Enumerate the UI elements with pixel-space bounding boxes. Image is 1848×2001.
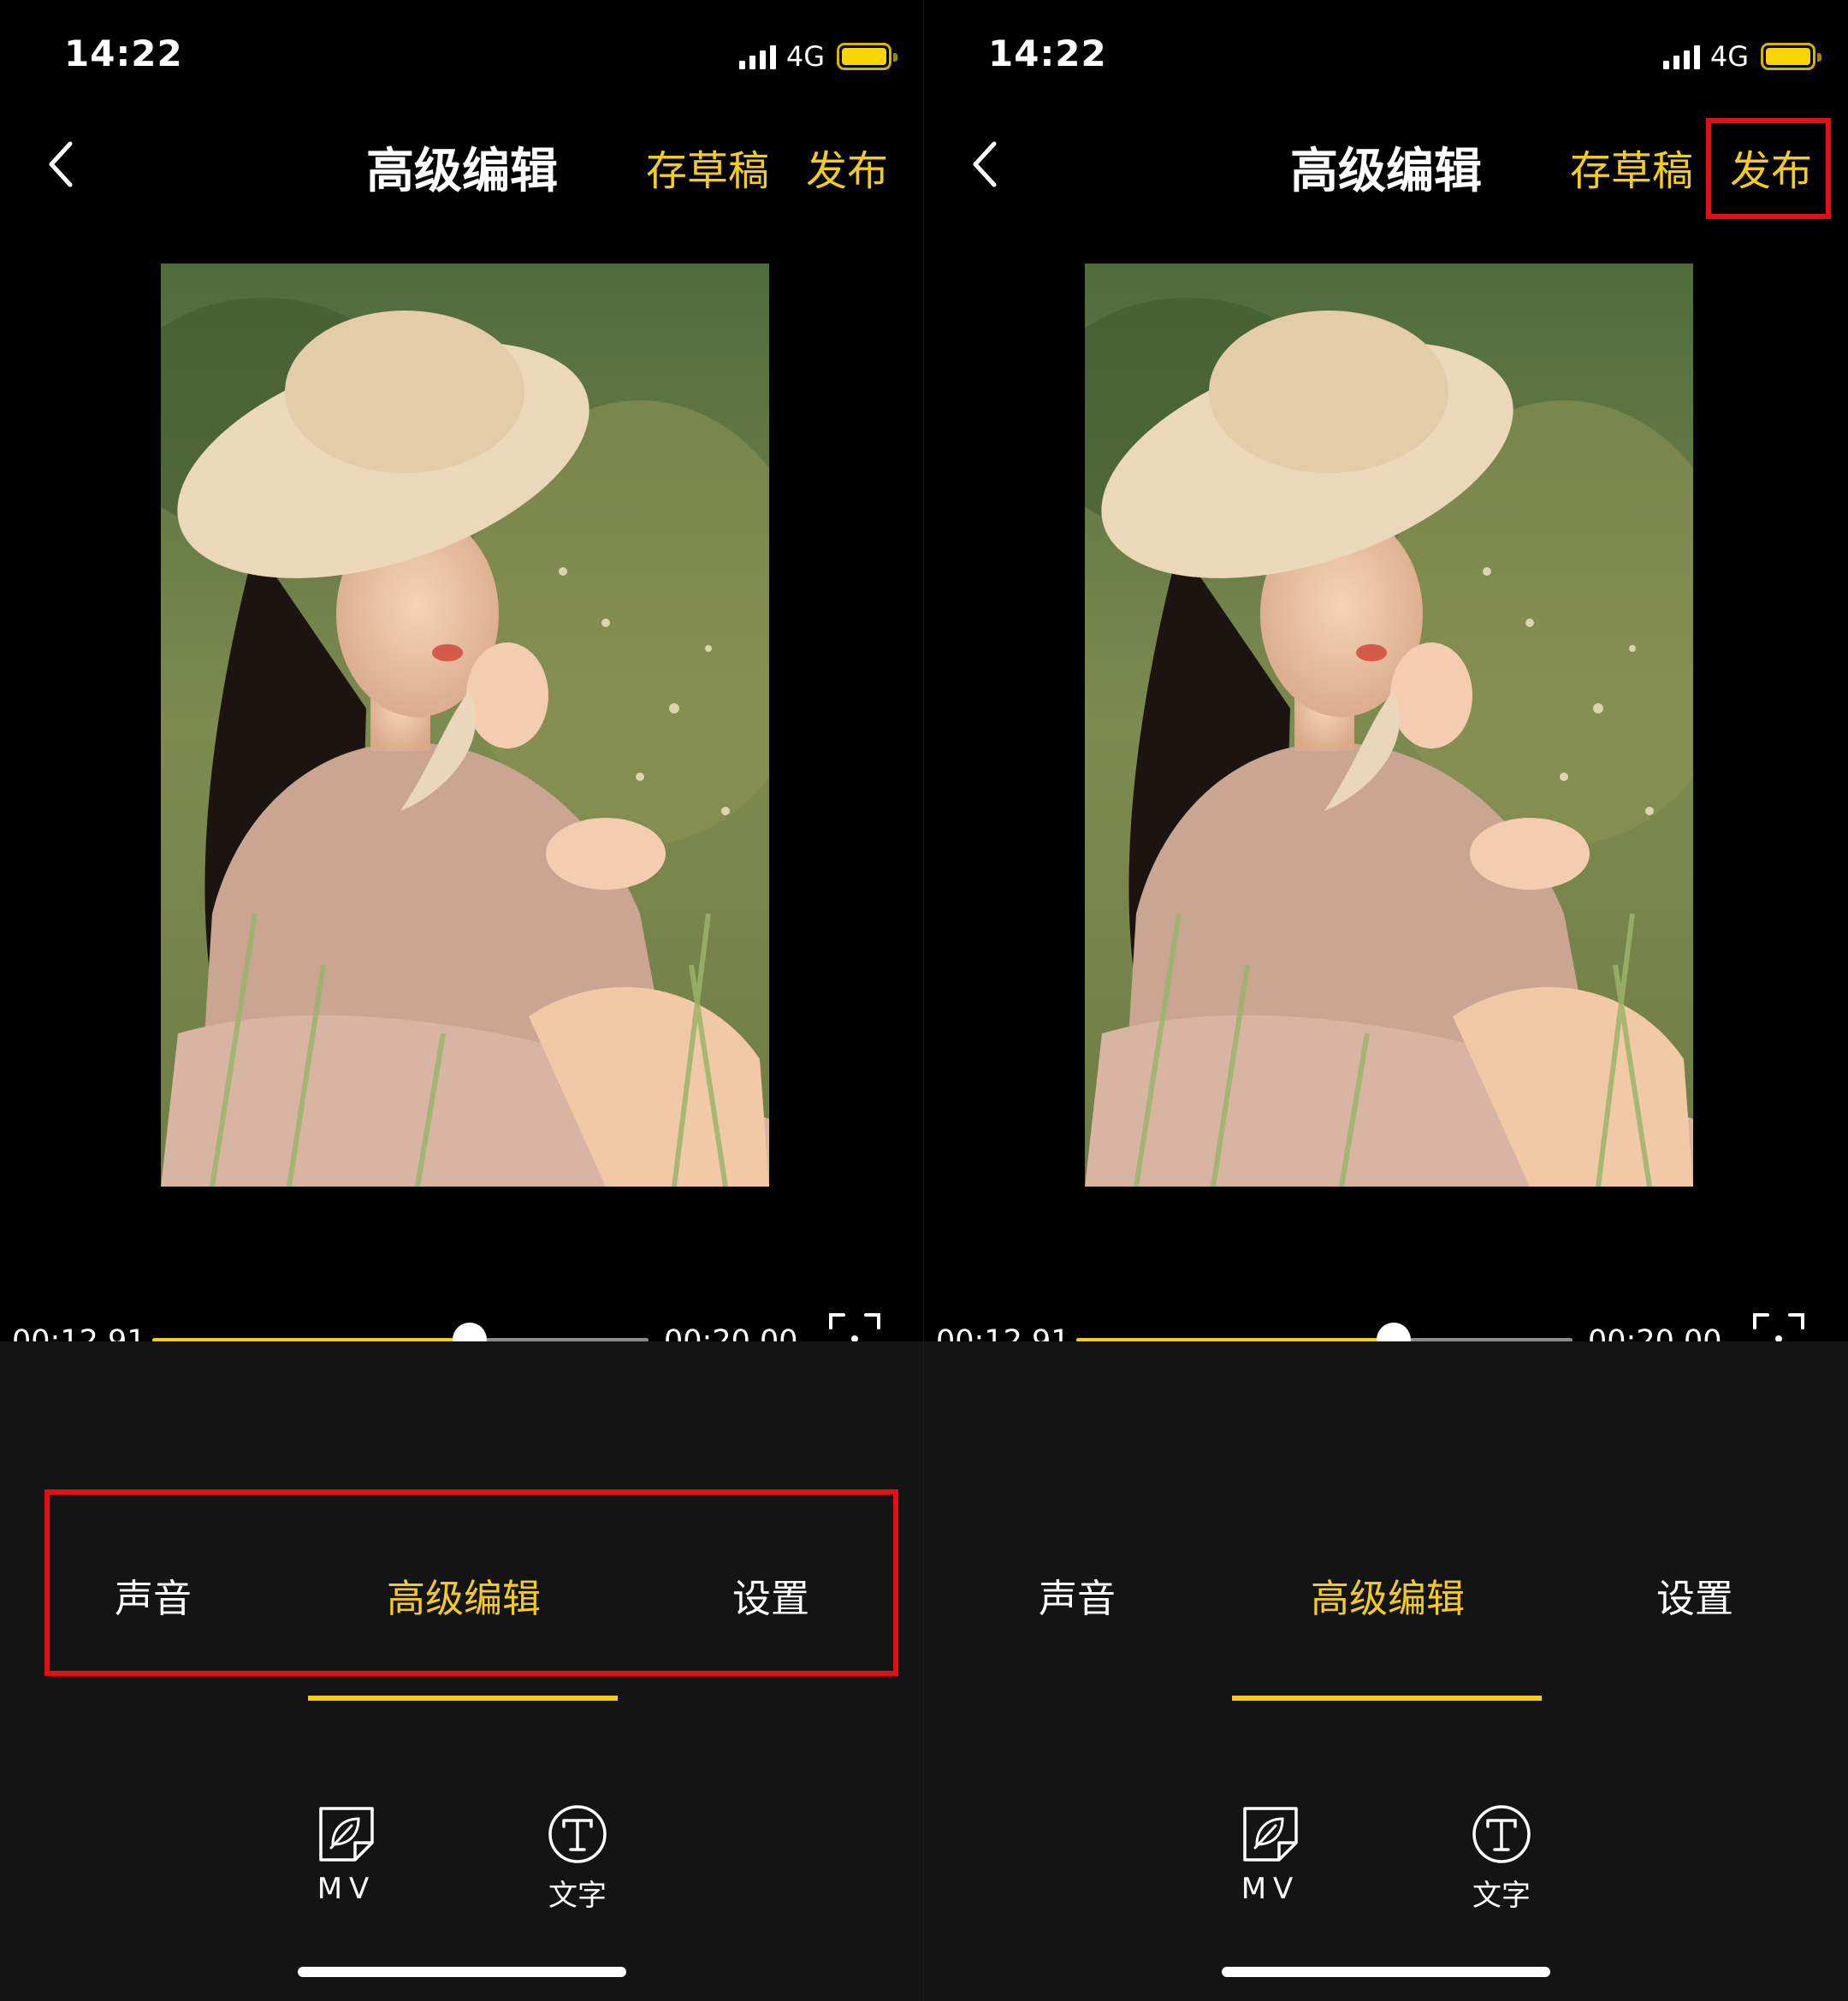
home-indicator[interactable] — [298, 1967, 626, 1977]
phone-screen-left: 14:22 4G 高级编辑 存草稿 发布 声音 高级编辑 设置 MV 文字 — [0, 0, 924, 2001]
network-type: 4G — [1709, 40, 1749, 73]
mv-tool-button[interactable]: MV — [299, 1803, 394, 1906]
back-chevron-icon[interactable] — [968, 139, 1003, 190]
tab-advanced-edit[interactable]: 高级编辑 — [1311, 1567, 1465, 1623]
phone-screen-right: 14:22 4G 高级编辑 存草稿 发布 声音 高级编辑 设置 MV 文字 — [924, 0, 1848, 2001]
screenshot-stage: 14:22 4G 高级编辑 存草稿 发布 声音 高级编辑 设置 MV 文字 14… — [0, 0, 1848, 2001]
signal-icon — [1662, 44, 1700, 69]
video-preview — [1085, 263, 1693, 1187]
home-indicator[interactable] — [1222, 1967, 1550, 1977]
tab-sound[interactable]: 声音 — [115, 1567, 192, 1623]
battery-icon — [1761, 43, 1821, 70]
mv-tool-label: MV — [317, 1872, 376, 1906]
publish-button[interactable]: 发布 — [806, 137, 888, 197]
battery-icon — [837, 43, 897, 70]
preview-photo-illustration — [1085, 263, 1693, 1187]
mv-tool-label: MV — [1241, 1872, 1300, 1906]
bottom-panel — [924, 1341, 1848, 2001]
preview-photo-illustration — [161, 263, 769, 1187]
tab-settings[interactable]: 设置 — [732, 1567, 809, 1623]
tab-sound[interactable]: 声音 — [1039, 1567, 1116, 1623]
status-time: 14:22 — [64, 33, 183, 74]
status-indicators: 4G — [1662, 39, 1821, 74]
publish-button[interactable]: 发布 — [1730, 137, 1812, 197]
page-title: 高级编辑 — [366, 144, 558, 199]
text-tool-button[interactable]: 文字 — [530, 1803, 625, 1914]
status-indicators: 4G — [738, 39, 897, 74]
back-chevron-icon[interactable] — [44, 139, 79, 190]
text-tool-button[interactable]: 文字 — [1454, 1803, 1549, 1914]
save-draft-button[interactable]: 存草稿 — [646, 137, 769, 197]
active-tab-indicator — [1232, 1696, 1542, 1701]
network-type: 4G — [785, 40, 825, 73]
bottom-panel — [0, 1341, 924, 2001]
tab-settings[interactable]: 设置 — [1656, 1567, 1733, 1623]
text-t-icon — [548, 1805, 607, 1863]
page-title: 高级编辑 — [1290, 144, 1482, 199]
save-draft-button[interactable]: 存草稿 — [1570, 137, 1693, 197]
text-tool-label: 文字 — [548, 1879, 607, 1913]
mv-tool-button[interactable]: MV — [1223, 1803, 1318, 1906]
mv-leaf-icon — [319, 1807, 374, 1862]
mv-leaf-icon — [1243, 1807, 1298, 1862]
text-t-icon — [1472, 1805, 1531, 1863]
active-tab-indicator — [308, 1696, 618, 1701]
video-preview — [161, 263, 769, 1187]
status-time: 14:22 — [988, 33, 1107, 74]
text-tool-label: 文字 — [1472, 1879, 1531, 1913]
tab-advanced-edit[interactable]: 高级编辑 — [387, 1567, 541, 1623]
signal-icon — [738, 44, 776, 69]
